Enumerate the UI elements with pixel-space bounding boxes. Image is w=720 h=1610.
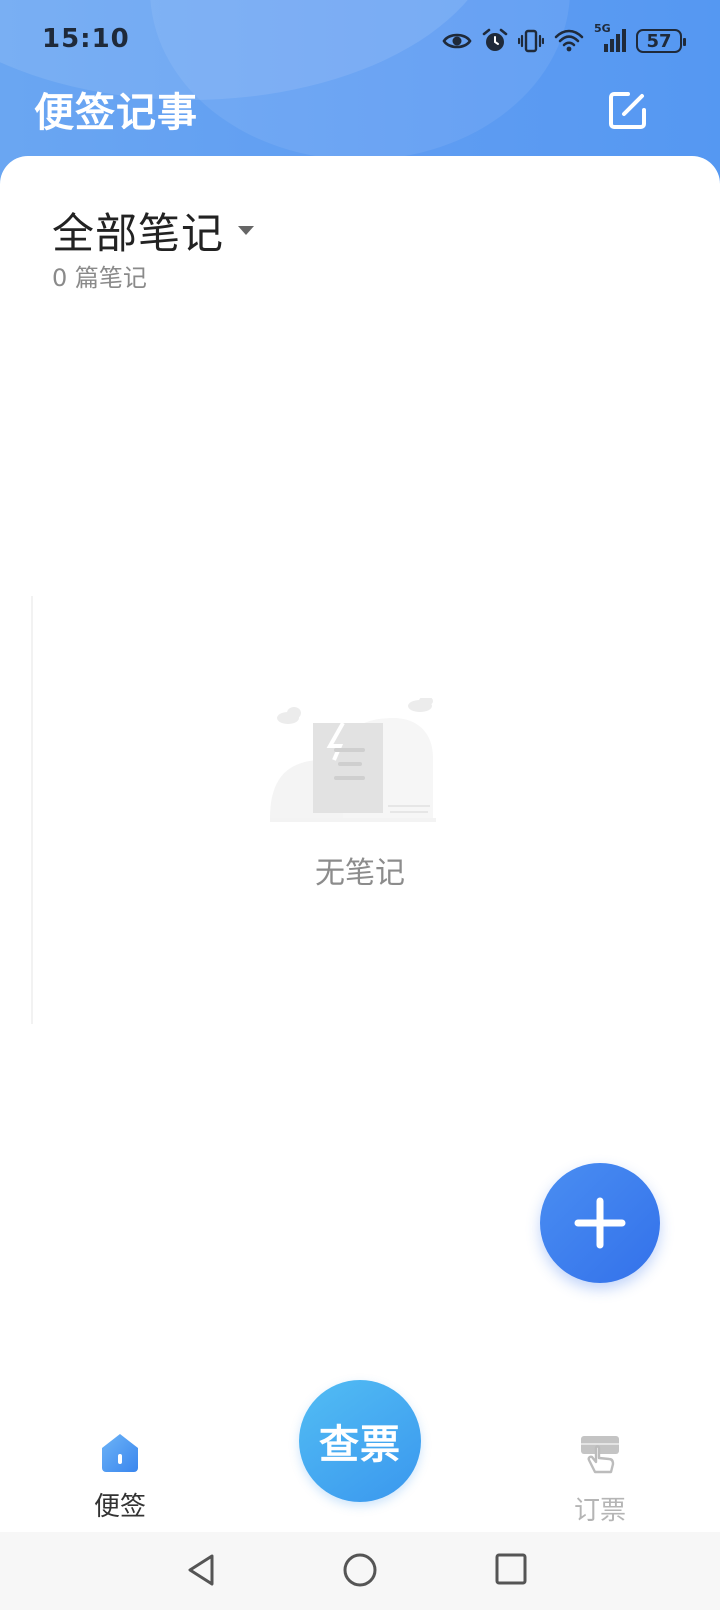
- bottom-nav: 便签 查票 订票: [0, 1380, 720, 1532]
- home-circle-icon[interactable]: [342, 1552, 378, 1592]
- recents-icon[interactable]: [494, 1552, 528, 1590]
- tab-booking[interactable]: 订票: [560, 1432, 640, 1527]
- system-nav-bar: [0, 1532, 720, 1610]
- empty-state-text: 无笔记: [315, 856, 405, 891]
- signal-icon: 5G: [594, 22, 626, 54]
- back-icon[interactable]: [186, 1552, 218, 1592]
- network-type: 5G: [594, 22, 611, 35]
- status-icons: 5G 57: [442, 22, 686, 58]
- folder-selector[interactable]: 全部笔记: [52, 200, 255, 261]
- vibrate-icon: [518, 28, 544, 54]
- tab-booking-label: 订票: [573, 1496, 626, 1526]
- add-note-button[interactable]: [540, 1163, 660, 1283]
- tab-notes[interactable]: 便签: [80, 1432, 160, 1523]
- battery-level: 57: [646, 30, 672, 52]
- ticket-query-label: 查票: [319, 1422, 401, 1468]
- app-title: 便签记事: [34, 90, 198, 136]
- battery-icon: 57: [636, 29, 686, 53]
- edit-icon[interactable]: [606, 88, 650, 132]
- status-bar: 15:10 5G 57: [0, 0, 720, 84]
- caret-down-icon: [238, 226, 255, 235]
- hand-tap-icon: [581, 1436, 619, 1474]
- home-icon: [102, 1434, 138, 1472]
- wifi-icon: [554, 29, 584, 53]
- plus-icon: [574, 1197, 626, 1249]
- alarm-icon: [482, 28, 508, 54]
- ticket-query-button[interactable]: 查票: [299, 1380, 421, 1502]
- note-count: 0 篇笔记: [52, 264, 147, 292]
- status-time: 15:10: [42, 24, 130, 54]
- tab-notes-label: 便签: [93, 1492, 146, 1522]
- divider: [31, 596, 33, 1024]
- notes-panel: 全部笔记 0 篇笔记 无笔记: [0, 156, 720, 1496]
- eye-icon: [442, 30, 472, 52]
- folder-title: 全部笔记: [52, 209, 225, 258]
- empty-notes-illustration: [268, 696, 438, 830]
